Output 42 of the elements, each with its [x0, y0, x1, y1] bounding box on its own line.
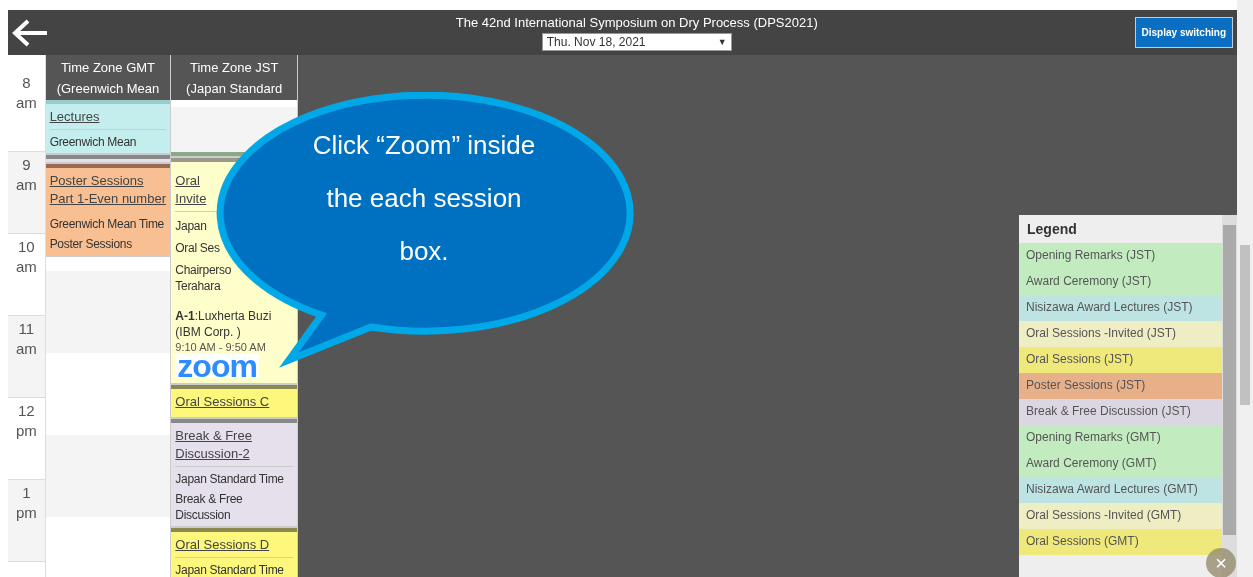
session-info: Greenwich Mean: [49, 135, 137, 149]
legend-item: Award Ceremony (JST): [1019, 269, 1222, 295]
legend-item: Opening Remarks (JST): [1019, 243, 1222, 269]
legend-item: Oral Sessions -Invited (GMT): [1019, 503, 1222, 529]
hour-label: 9 am: [8, 152, 45, 234]
legend-item: Nisizawa Award Lectures (JST): [1019, 295, 1222, 321]
session-info: Greenwich Mean Time: [49, 217, 164, 231]
session-info: Japan Standard Time: [175, 563, 284, 577]
session-link[interactable]: Invite: [175, 191, 207, 206]
session-info: Poster Sessions: [49, 237, 132, 251]
legend-item: Oral Sessions -Invited (JST): [1019, 321, 1222, 347]
session-link[interactable]: Part 1-Even number: [49, 191, 166, 206]
legend-item: Poster Sessions (JST): [1019, 373, 1222, 399]
session-link[interactable]: Oral Sessions C: [175, 394, 270, 409]
session-info: Japan Standard Time: [175, 472, 284, 486]
session-info: Break & Free Discussion: [175, 492, 243, 522]
page-title: The 42nd International Symposium on Dry Process (DPS2021): [455, 14, 818, 30]
page-scrollbar[interactable]: [1237, 0, 1253, 577]
session-info: Japan: [175, 219, 207, 233]
session-info: Oral Ses: [175, 241, 220, 255]
session-link[interactable]: Oral: [175, 173, 200, 188]
legend-item: Award Ceremony (GMT): [1019, 451, 1222, 477]
chairperson-text: Terahara: [175, 279, 221, 293]
session-link[interactable]: Poster Sessions: [49, 173, 144, 188]
legend-item: Break & Free Discussion (JST): [1019, 399, 1222, 425]
legend-item: Oral Sessions (GMT): [1019, 529, 1222, 555]
hour-label: 11 am: [8, 316, 45, 398]
column-header: Time Zone GMT (Greenwich Mean: [45, 55, 171, 100]
legend-title: Legend: [1026, 220, 1078, 239]
display-switching-button[interactable]: Display switching: [1134, 17, 1233, 48]
session-link[interactable]: Discussion-2: [175, 446, 250, 461]
session-link[interactable]: Lectures: [49, 109, 100, 124]
date-select[interactable]: Thu. Nov 18, 2021 ▼: [541, 32, 732, 51]
chairperson-text: Chairperso: [175, 263, 232, 277]
legend-item: Nisizawa Award Lectures (GMT): [1019, 477, 1222, 503]
legend-item: Opening Remarks (GMT): [1019, 425, 1222, 451]
hour-label: 1 pm: [8, 480, 45, 562]
session-link[interactable]: Oral Sessions D: [175, 537, 270, 552]
column-header: Time Zone JST (Japan Standard: [171, 55, 297, 100]
legend-item: Oral Sessions (JST): [1019, 347, 1222, 373]
back-arrow-icon[interactable]: [11, 17, 49, 48]
session-link[interactable]: Break & Free: [175, 428, 252, 443]
